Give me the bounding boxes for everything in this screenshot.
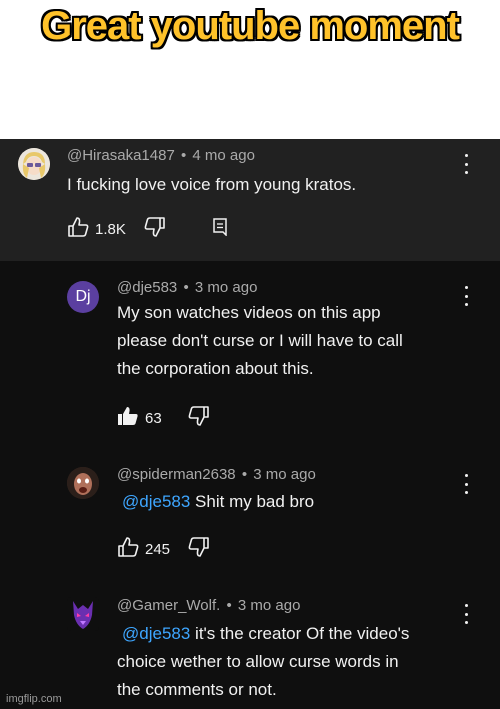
comment-meta: @spiderman2638 • 3 mo ago — [117, 466, 316, 483]
comment-text: My son watches videos on this app please… — [117, 299, 403, 383]
youtube-comments-screenshot: @Hirasaka1487 • 4 mo ago I fucking love … — [0, 139, 500, 709]
comment-meta: @Gamer_Wolf. • 3 mo ago — [117, 597, 300, 614]
wolf-avatar[interactable] — [67, 597, 99, 631]
comment-author[interactable]: @dje583 — [117, 279, 177, 296]
thumbs-down-icon[interactable] — [188, 537, 210, 562]
like-count: 245 — [145, 541, 171, 558]
highlighted-comment: @Hirasaka1487 • 4 mo ago I fucking love … — [0, 139, 500, 261]
comment-age: 3 mo ago — [253, 466, 316, 483]
meta-separator: • — [226, 597, 232, 614]
comment-text: @dje583 Shit my bad bro — [122, 488, 314, 516]
comment-line: @dje583 it's the creator Of the video's — [117, 620, 409, 648]
anime-avatar[interactable] — [18, 148, 50, 180]
mention-link[interactable]: @dje583 — [122, 492, 190, 511]
comment-age: 4 mo ago — [192, 147, 255, 164]
comment-line: My son watches videos on this app — [117, 303, 381, 322]
thumbs-up-filled-icon[interactable] — [117, 406, 139, 431]
comment-age: 3 mo ago — [194, 279, 258, 296]
comment-actions: 245 — [117, 537, 210, 562]
comment-meta: @dje583 • 3 mo ago — [117, 279, 257, 296]
meme-caption: Great youtube moment — [41, 4, 460, 48]
thumbs-down-icon[interactable] — [188, 406, 210, 431]
comment-body: Shit my bad bro — [195, 492, 315, 511]
more-options-button[interactable] — [461, 604, 471, 624]
comment-author[interactable]: @Hirasaka1487 — [67, 147, 175, 164]
thumbs-down-icon[interactable] — [144, 217, 166, 242]
like-count: 1.8K — [95, 221, 126, 238]
more-options-button[interactable] — [461, 154, 471, 174]
more-options-button[interactable] — [461, 286, 471, 306]
like-count: 63 — [145, 410, 162, 427]
comment-text: I fucking love voice from young kratos. — [67, 175, 357, 194]
meta-separator: • — [183, 279, 189, 296]
avatar-initials: Dj — [75, 288, 91, 305]
comment-author[interactable]: @spiderman2638 — [117, 466, 236, 483]
comment-actions: 63 — [117, 406, 210, 431]
comment-meta: @Hirasaka1487 • 4 mo ago — [67, 147, 255, 164]
comment-body: it's the creator Of the video's — [195, 624, 410, 643]
thumbs-up-outline-icon[interactable] — [117, 537, 139, 562]
dj-avatar[interactable]: Dj — [67, 281, 99, 313]
comment-age: 3 mo ago — [237, 597, 301, 614]
spiderman-avatar[interactable] — [67, 467, 99, 499]
comment-line: choice wether to allow curse words in — [117, 652, 399, 671]
more-options-button[interactable] — [461, 474, 471, 494]
meta-separator: • — [180, 147, 187, 164]
mention-link[interactable]: @dje583 — [122, 624, 190, 643]
comment-author[interactable]: @Gamer_Wolf. — [117, 597, 220, 614]
thumbs-up-outline-icon[interactable] — [67, 217, 89, 242]
comment-line: the comments or not. — [117, 680, 277, 699]
comment-line: please don't curse or I will have to cal… — [117, 331, 403, 350]
comment-actions: 1.8K — [67, 217, 228, 242]
comment-text: @dje583 it's the creator Of the video's … — [117, 620, 409, 704]
imgflip-watermark: imgflip.com — [6, 693, 62, 705]
reply-icon[interactable] — [212, 218, 228, 241]
meta-separator: • — [241, 466, 248, 483]
comment-line: the corporation about this. — [117, 359, 314, 378]
